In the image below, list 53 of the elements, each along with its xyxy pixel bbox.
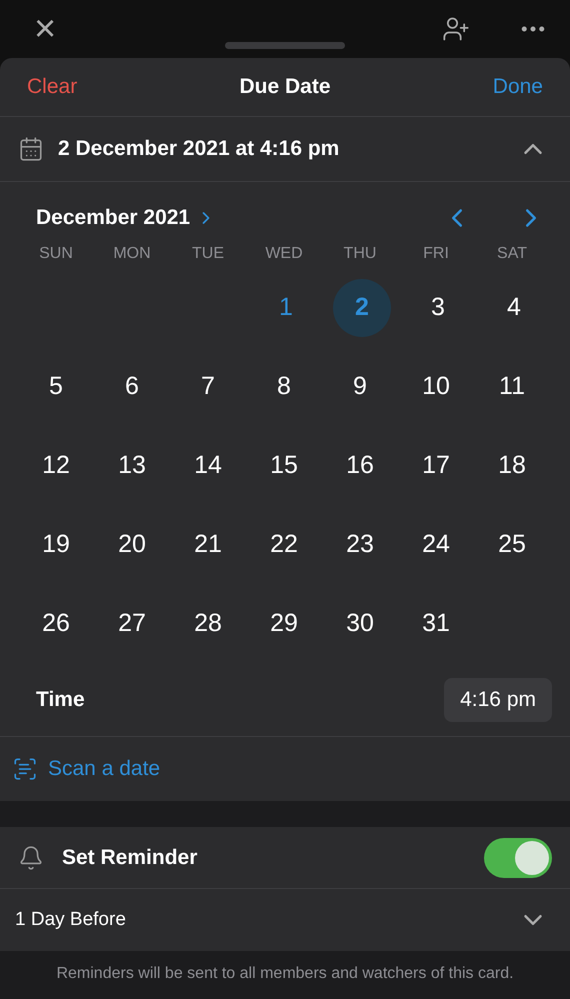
weekday-label: THU: [342, 244, 378, 264]
calendar-day[interactable]: 23: [331, 516, 389, 574]
calendar-day[interactable]: 21: [179, 516, 237, 574]
calendar-day[interactable]: 14: [179, 436, 237, 494]
time-picker[interactable]: 4:16 pm: [444, 678, 552, 722]
calendar-day[interactable]: 17: [407, 436, 465, 494]
calendar-day[interactable]: 3: [409, 278, 467, 336]
calendar-day[interactable]: 1: [257, 278, 315, 336]
reminder-toggle[interactable]: [484, 838, 552, 878]
calendar-day[interactable]: 18: [483, 436, 541, 494]
reminder-option: 1 Day Before: [15, 909, 126, 931]
calendar-day[interactable]: 15: [255, 436, 313, 494]
weekday-label: SAT: [496, 244, 528, 264]
done-button[interactable]: Done: [492, 75, 543, 99]
calendar-day[interactable]: 31: [407, 594, 465, 652]
calendar-day[interactable]: 4: [485, 278, 543, 336]
calendar-day[interactable]: 16: [331, 436, 389, 494]
calendar-day[interactable]: 29: [255, 594, 313, 652]
calendar-day[interactable]: 13: [103, 436, 161, 494]
weekday-label: FRI: [422, 244, 450, 264]
due-date-value: 2 December 2021 at 4:16 pm: [58, 137, 340, 161]
calendar-day[interactable]: 11: [483, 358, 541, 416]
scan-date-button[interactable]: Scan a date: [48, 757, 160, 781]
calendar-day[interactable]: 8: [255, 358, 313, 416]
weekday-label: WED: [264, 244, 304, 264]
calendar-day[interactable]: 5: [27, 358, 85, 416]
calendar-day[interactable]: 22: [255, 516, 313, 574]
month-selector[interactable]: December 2021: [36, 206, 216, 230]
weekday-label: SUN: [38, 244, 74, 264]
scan-icon: [12, 756, 38, 782]
calendar-icon: [18, 136, 44, 162]
weekday-label: TUE: [191, 244, 225, 264]
calendar-day[interactable]: 20: [103, 516, 161, 574]
time-label: Time: [36, 688, 85, 712]
bell-icon: [18, 844, 44, 870]
calendar-day[interactable]: 10: [407, 358, 465, 416]
calendar-day[interactable]: 25: [483, 516, 541, 574]
calendar-day[interactable]: 28: [179, 594, 237, 652]
sheet-title: Due Date: [239, 75, 330, 99]
calendar-day[interactable]: 26: [27, 594, 85, 652]
calendar-day[interactable]: 30: [331, 594, 389, 652]
close-button[interactable]: ×: [30, 6, 60, 52]
reminder-label: Set Reminder: [62, 846, 198, 870]
calendar-day[interactable]: 19: [27, 516, 85, 574]
calendar-day[interactable]: 7: [179, 358, 237, 416]
calendar-day[interactable]: 24: [407, 516, 465, 574]
clear-button[interactable]: Clear: [27, 75, 78, 99]
calendar-day[interactable]: 27: [103, 594, 161, 652]
reminder-note: Reminders will be sent to all members and watchers of this card.: [56, 965, 514, 984]
calendar-day[interactable]: 9: [331, 358, 389, 416]
calendar-day[interactable]: 6: [103, 358, 161, 416]
calendar-day[interactable]: 12: [27, 436, 85, 494]
weekday-label: MON: [112, 244, 152, 264]
